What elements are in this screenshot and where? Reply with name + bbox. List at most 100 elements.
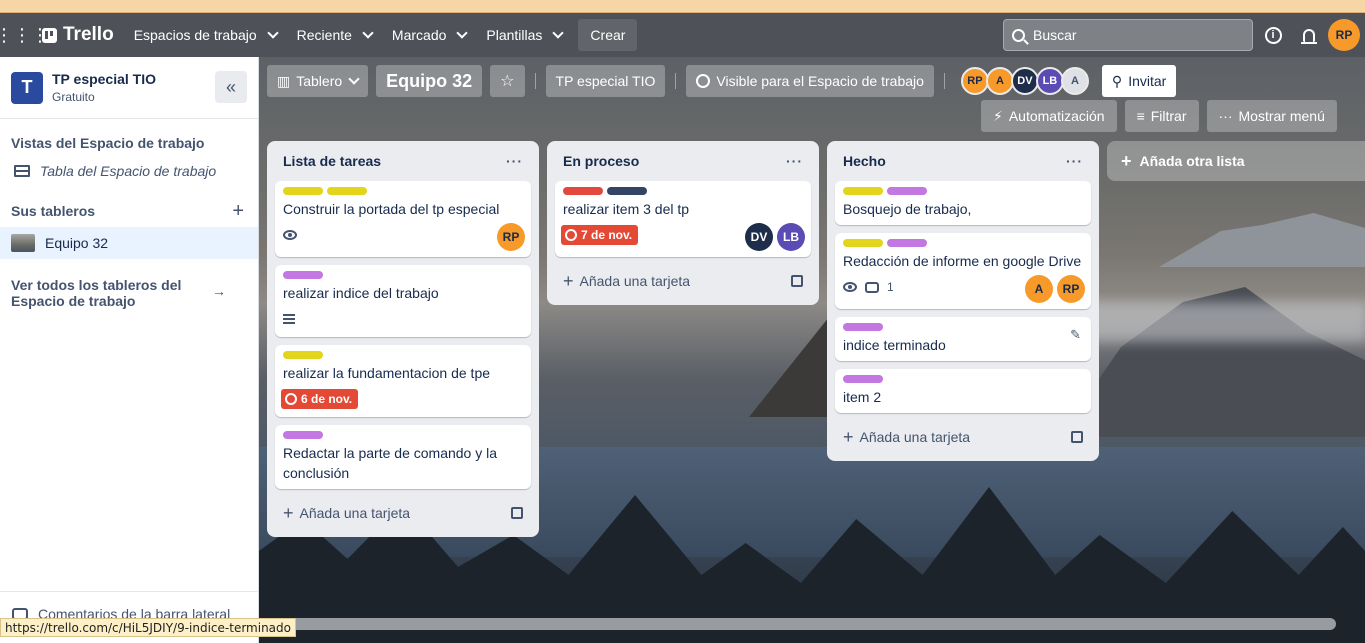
card[interactable]: Construir la portada del tp especial RP <box>275 181 531 257</box>
card-labels[interactable] <box>843 375 1083 383</box>
label-purple[interactable] <box>283 271 323 279</box>
info-button[interactable]: i <box>1263 25 1283 45</box>
label-yellow[interactable] <box>283 351 323 359</box>
card[interactable]: Redacción de informe en google Drive 1 A… <box>835 233 1091 309</box>
label-purple[interactable] <box>843 375 883 383</box>
notifications-button[interactable] <box>1299 25 1319 45</box>
sidebar-item-table-view[interactable]: Tabla del Espacio de trabajo <box>0 155 258 187</box>
add-card-button[interactable]: + Añada una tarjeta <box>835 421 1091 453</box>
filter-button[interactable]: ≡ Filtrar <box>1124 100 1199 132</box>
card-member-avatar[interactable]: A <box>1025 275 1053 303</box>
see-all-boards-link[interactable]: Ver todos los tableros del Espacio de tr… <box>0 277 230 309</box>
list-menu-icon[interactable]: ··· <box>506 153 523 169</box>
label-purple[interactable] <box>283 431 323 439</box>
nav-recent[interactable]: Reciente <box>287 19 382 51</box>
sidebar: T TP especial TIO Gratuito « Vistas del … <box>0 57 259 643</box>
add-list-button[interactable]: + Añada otra lista <box>1107 141 1365 181</box>
workspace-logo[interactable]: T <box>11 71 43 104</box>
card-member-avatar[interactable]: RP <box>1057 275 1085 303</box>
list-menu-icon[interactable]: ··· <box>786 153 803 169</box>
nav-starred[interactable]: Marcado <box>382 19 476 51</box>
collapse-sidebar-button[interactable]: « <box>215 71 247 103</box>
list-header[interactable]: En proceso ··· <box>555 141 811 181</box>
card-labels[interactable] <box>283 271 523 279</box>
sidebar-item-board[interactable]: Equipo 32 <box>0 227 258 259</box>
add-card-button[interactable]: + Añada una tarjeta <box>275 497 531 529</box>
comment-count: 1 <box>887 280 894 294</box>
card[interactable]: item 2 <box>835 369 1091 413</box>
board-title[interactable]: Equipo 32 <box>376 65 483 97</box>
card-labels[interactable] <box>283 351 523 359</box>
nav-templates[interactable]: Plantillas <box>476 19 572 51</box>
list-title[interactable]: Hecho <box>843 153 886 169</box>
card-labels[interactable] <box>283 431 523 439</box>
boards-heading-row: Sus tableros + <box>0 195 258 227</box>
card-member-avatar[interactable]: LB <box>777 223 805 251</box>
member-avatar[interactable]: A <box>1060 67 1089 95</box>
label-purple[interactable] <box>843 323 883 331</box>
card[interactable]: realizar indice del trabajo <box>275 265 531 337</box>
label-yellow[interactable] <box>327 187 367 195</box>
info-icon: i <box>1264 26 1282 44</box>
card[interactable]: realizar item 3 del tp 7 de nov. DV LB <box>555 181 811 257</box>
due-date-badge[interactable]: 7 de nov. <box>561 225 639 245</box>
label-purple[interactable] <box>887 239 927 247</box>
horizontal-scrollbar[interactable] <box>262 618 1336 630</box>
card-member-avatar[interactable]: DV <box>745 223 773 251</box>
card-member-avatar[interactable]: RP <box>497 223 525 251</box>
user-avatar[interactable]: RP <box>1328 19 1360 51</box>
card-labels[interactable] <box>843 187 1083 195</box>
label-yellow[interactable] <box>283 187 323 195</box>
nav-workspaces[interactable]: Espacios de trabajo <box>124 19 287 51</box>
add-card-label: Añada una tarjeta <box>579 273 691 289</box>
label-red[interactable] <box>563 187 603 195</box>
clock-icon <box>565 229 577 241</box>
card-labels[interactable] <box>283 187 523 195</box>
star-board-button[interactable]: ☆ <box>490 65 525 97</box>
member-avatar[interactable]: RP <box>960 67 989 95</box>
card-template-icon[interactable] <box>1071 431 1083 443</box>
card-title: Redacción de informe en google Drive <box>843 253 1082 269</box>
card-title: item 2 <box>843 389 882 405</box>
card-template-icon[interactable] <box>511 507 523 519</box>
pencil-icon[interactable]: ✎ <box>1070 327 1081 343</box>
member-avatar[interactable]: A <box>985 67 1014 95</box>
visibility-button[interactable]: Visible para el Espacio de trabajo <box>686 65 934 97</box>
trello-logo[interactable]: Trello <box>40 24 124 46</box>
create-button[interactable]: Crear <box>578 19 638 51</box>
search-input[interactable]: Buscar <box>1003 19 1253 51</box>
show-menu-button[interactable]: ··· Mostrar menú <box>1206 100 1337 132</box>
browser-tab-strip <box>0 0 1365 13</box>
workspace-button[interactable]: TP especial TIO <box>545 65 666 97</box>
member-avatar[interactable]: LB <box>1035 67 1064 95</box>
card-labels[interactable] <box>563 187 803 195</box>
automation-button[interactable]: ⚡ Automatización <box>981 100 1117 132</box>
app-switcher-icon[interactable]: ⋮⋮⋮ <box>0 13 49 57</box>
card[interactable]: Redactar la parte de comando y la conclu… <box>275 425 531 489</box>
card-labels[interactable] <box>843 323 1083 331</box>
invite-button[interactable]: ⚲ Invitar <box>1101 65 1177 97</box>
member-avatar[interactable]: DV <box>1010 67 1039 95</box>
list-header[interactable]: Lista de tareas ··· <box>275 141 531 181</box>
card[interactable]: indice terminado ✎ <box>835 317 1091 361</box>
card-labels[interactable] <box>843 239 1083 247</box>
add-board-icon[interactable]: + <box>232 200 244 223</box>
add-card-button[interactable]: + Añada una tarjeta <box>555 265 811 297</box>
card[interactable]: realizar la fundamentacion de tpe 6 de n… <box>275 345 531 417</box>
label-yellow[interactable] <box>843 239 883 247</box>
list-header[interactable]: Hecho ··· <box>835 141 1091 181</box>
due-date-badge[interactable]: 6 de nov. <box>281 389 359 409</box>
list-title[interactable]: En proceso <box>563 153 639 169</box>
card[interactable]: Bosquejo de trabajo, <box>835 181 1091 225</box>
card-badges <box>283 307 523 331</box>
nav-starred-label: Marcado <box>391 27 447 43</box>
plus-icon: + <box>1121 150 1132 171</box>
workspace-name[interactable]: TP especial TIO <box>52 71 156 87</box>
card-template-icon[interactable] <box>791 275 803 287</box>
board-view-switcher[interactable]: ▥ Tablero <box>267 65 369 97</box>
label-purple[interactable] <box>887 187 927 195</box>
list-menu-icon[interactable]: ··· <box>1066 153 1083 169</box>
list-title[interactable]: Lista de tareas <box>283 153 381 169</box>
label-navy[interactable] <box>607 187 647 195</box>
label-yellow[interactable] <box>843 187 883 195</box>
